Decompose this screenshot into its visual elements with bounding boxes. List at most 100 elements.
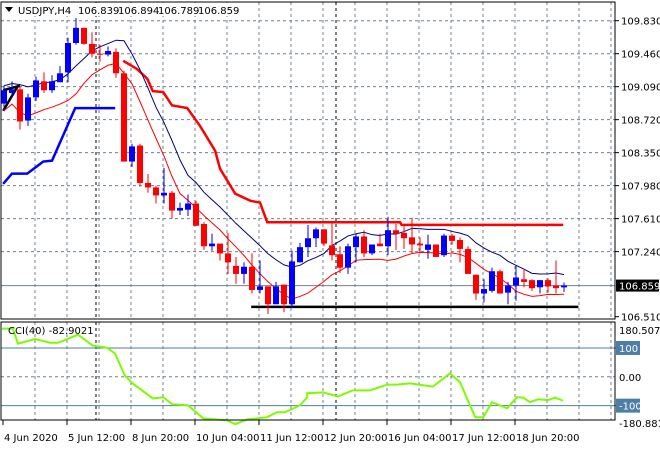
y-tick-label: 107.610 bbox=[621, 215, 660, 226]
candle-body bbox=[17, 89, 23, 122]
candle-body bbox=[289, 261, 295, 305]
candle-body bbox=[81, 27, 87, 44]
candle-body bbox=[65, 42, 71, 73]
candle-body bbox=[49, 81, 55, 91]
candle-body bbox=[177, 207, 183, 211]
candle-bullish bbox=[441, 233, 447, 257]
candle-body bbox=[1, 90, 7, 104]
candle-bearish bbox=[81, 27, 87, 45]
candle-body bbox=[217, 243, 223, 254]
candle-body bbox=[465, 248, 471, 274]
candle-body bbox=[377, 243, 383, 247]
candle-body bbox=[425, 244, 431, 250]
cci-tick-label: 0.00 bbox=[619, 373, 641, 384]
candle-bearish bbox=[433, 244, 439, 257]
cci-tick-label: 100 bbox=[619, 344, 638, 355]
x-tick-label: 5 Jun 12:00 bbox=[68, 433, 125, 444]
x-tick-label: 16 Jun 04:00 bbox=[388, 433, 452, 444]
candle-bearish bbox=[137, 143, 143, 187]
candle-body bbox=[249, 266, 255, 290]
candle-body bbox=[145, 182, 151, 188]
y-tick-label: 109.460 bbox=[621, 50, 660, 61]
candle-bullish bbox=[489, 267, 495, 293]
x-tick-label: 10 Jun 04:00 bbox=[196, 433, 260, 444]
candle-body bbox=[529, 280, 535, 289]
candle-body bbox=[361, 236, 367, 254]
candle-body bbox=[209, 243, 215, 247]
candle-body bbox=[433, 244, 439, 257]
candle-body bbox=[417, 243, 423, 246]
candle-body bbox=[553, 285, 559, 289]
y-tick-label: 109.090 bbox=[621, 83, 660, 94]
cci-tick-label: -180.8812 bbox=[619, 419, 660, 430]
candle-bearish bbox=[201, 222, 207, 250]
candle-body bbox=[129, 146, 135, 162]
y-tick-label: 107.240 bbox=[621, 248, 660, 259]
cci-tick-label: -100 bbox=[619, 402, 642, 413]
candle-body bbox=[281, 284, 287, 305]
y-tick-label: 109.830 bbox=[621, 17, 660, 28]
current-price-label: 106.859 bbox=[619, 282, 660, 293]
candle-body bbox=[241, 266, 247, 274]
x-tick-label: 18 Jun 20:00 bbox=[516, 433, 580, 444]
header-open: 106.839 bbox=[78, 6, 119, 17]
header-high: 106.894 bbox=[118, 6, 159, 17]
candle-body bbox=[345, 246, 351, 268]
candle-body bbox=[97, 53, 103, 55]
candle-body bbox=[489, 271, 495, 291]
candle-body bbox=[521, 279, 527, 282]
candle-body bbox=[329, 245, 335, 256]
candle-body bbox=[393, 230, 399, 234]
candle-body bbox=[257, 286, 263, 290]
y-tick-label: 108.720 bbox=[621, 116, 660, 127]
cci-label: CCI(40) -82.9021 bbox=[8, 326, 94, 337]
candle-bearish bbox=[465, 246, 471, 274]
candle-body bbox=[305, 238, 311, 248]
candle-body bbox=[73, 27, 79, 43]
chart-header: USDJPY,H4 106.839 106.894 106.789 106.85… bbox=[5, 3, 245, 17]
y-tick-label: 108.350 bbox=[621, 149, 660, 160]
candle-body bbox=[313, 229, 319, 239]
x-tick-label: 12 Jun 20:00 bbox=[324, 433, 388, 444]
price-chart[interactable]: 109.830 109.460 109.090 108.720 108.350 107.9… bbox=[0, 0, 660, 450]
candle-body bbox=[25, 97, 31, 121]
candle-body bbox=[449, 235, 455, 241]
candle-body bbox=[9, 89, 15, 93]
candle-body bbox=[321, 229, 327, 244]
candle-body bbox=[113, 51, 119, 74]
candle-body bbox=[457, 240, 463, 249]
header-close: 106.859 bbox=[198, 6, 239, 17]
candle-body bbox=[225, 253, 231, 263]
candle-body bbox=[473, 274, 479, 294]
candle-bearish bbox=[193, 200, 199, 226]
candle-bullish bbox=[33, 76, 39, 101]
candle-body bbox=[385, 230, 391, 247]
symbol-label: USDJPY,H4 bbox=[18, 6, 71, 17]
candle-body bbox=[353, 236, 359, 248]
candle-body bbox=[537, 280, 543, 288]
candle-body bbox=[169, 192, 175, 211]
x-tick-label: 8 Jun 20:00 bbox=[132, 433, 189, 444]
y-tick-label: 106.510 bbox=[621, 313, 660, 324]
candle-body bbox=[513, 277, 519, 286]
candle-body bbox=[561, 285, 567, 288]
header-low: 106.789 bbox=[158, 6, 199, 17]
candle-bearish bbox=[121, 70, 127, 162]
candle-bearish bbox=[497, 269, 503, 294]
candle-body bbox=[233, 265, 239, 274]
candle-body bbox=[137, 145, 143, 183]
x-tick-label: 17 Jun 12:00 bbox=[452, 433, 516, 444]
candle-body bbox=[505, 285, 511, 293]
candle-body bbox=[497, 271, 503, 294]
candle-body bbox=[409, 237, 415, 245]
candle-body bbox=[481, 289, 487, 294]
candle-body bbox=[41, 81, 47, 91]
candle-body bbox=[369, 244, 375, 254]
candle-body bbox=[153, 187, 159, 196]
cci-tick-label: 180.5073 bbox=[619, 326, 660, 337]
candle-body bbox=[337, 254, 343, 268]
x-tick-label: 11 Jun 12:00 bbox=[260, 433, 324, 444]
candle-body bbox=[121, 73, 127, 162]
candle-body bbox=[161, 192, 167, 196]
candle-body bbox=[297, 247, 303, 263]
